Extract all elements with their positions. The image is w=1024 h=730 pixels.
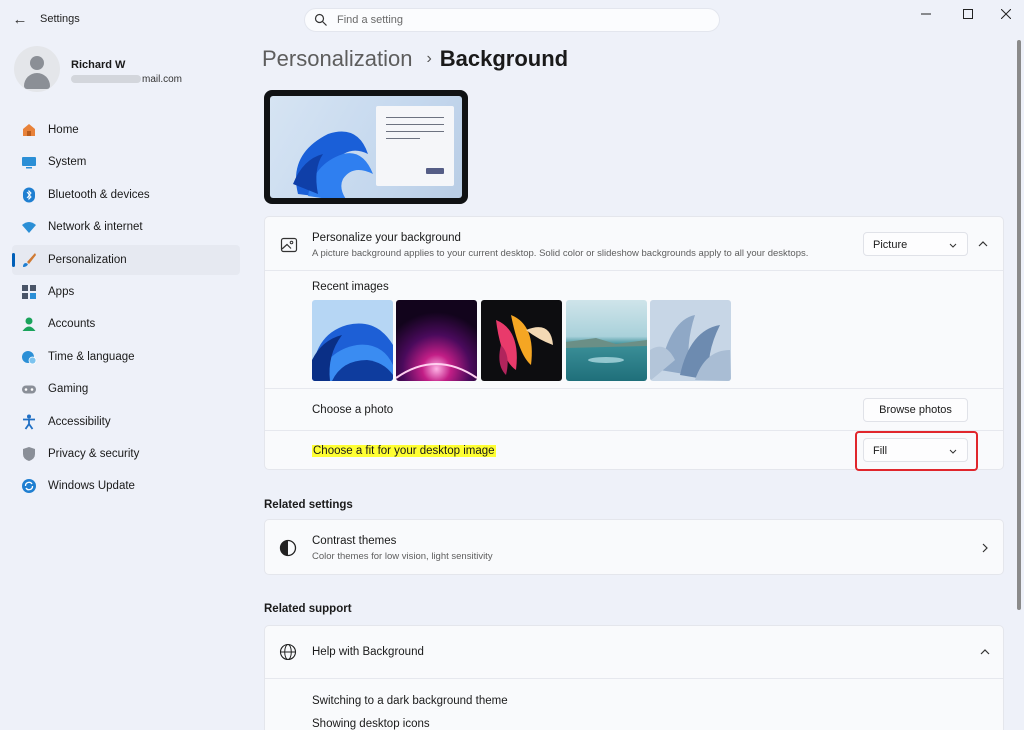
search-icon	[314, 13, 327, 26]
contrast-themes-subtitle: Color themes for low vision, light sensi…	[312, 551, 493, 562]
help-link-desktop-icons[interactable]: Showing desktop icons	[312, 718, 430, 730]
sidebar-item-gaming[interactable]: Gaming	[12, 374, 240, 404]
help-with-background-card: Help with Background	[264, 625, 1004, 730]
recent-image-folded-petals[interactable]	[650, 300, 731, 381]
recent-image-colorful-ribbons[interactable]	[481, 300, 562, 381]
user-name: Richard W	[71, 59, 126, 71]
chevron-right-icon	[982, 543, 988, 553]
accessibility-icon	[23, 414, 35, 430]
breadcrumb-parent[interactable]: Personalization	[262, 46, 412, 71]
picture-icon	[280, 237, 298, 253]
sidebar-item-network[interactable]: Network & internet	[12, 212, 240, 242]
title-bar: ← Settings	[0, 0, 1024, 40]
bloom-wallpaper-preview	[293, 131, 373, 198]
chevron-up-icon[interactable]	[977, 644, 993, 660]
brush-icon	[23, 252, 36, 267]
sidebar-item-windows-update[interactable]: Windows Update	[12, 471, 240, 501]
recent-image-purple-glow[interactable]	[396, 300, 477, 381]
shield-icon	[23, 446, 35, 461]
fit-label-highlight: Choose a fit for your desktop image	[312, 445, 496, 457]
related-support-header: Related support	[264, 603, 352, 615]
browse-photos-button[interactable]: Browse photos	[863, 398, 968, 422]
bluetooth-icon	[23, 187, 35, 203]
background-type-dropdown[interactable]: Picture	[863, 232, 968, 256]
choose-photo-label: Choose a photo	[312, 404, 394, 416]
related-settings-header: Related settings	[264, 499, 353, 511]
globe-clock-icon	[22, 350, 37, 365]
sidebar-item-bluetooth[interactable]: Bluetooth & devices	[12, 180, 240, 210]
contrast-themes-card[interactable]: Contrast themes Color themes for low vis…	[264, 519, 1004, 575]
minimize-icon[interactable]	[908, 4, 944, 24]
avatar	[14, 46, 60, 92]
chevron-down-icon	[949, 243, 957, 248]
sidebar-item-system[interactable]: System	[12, 147, 240, 177]
desktop-preview	[264, 90, 468, 204]
sidebar-item-time-language[interactable]: Time & language	[12, 342, 240, 372]
search-input[interactable]	[337, 12, 707, 28]
page-title: Background	[439, 46, 569, 71]
active-indicator	[12, 252, 15, 267]
close-icon[interactable]	[988, 4, 1024, 24]
sidebar-item-personalization[interactable]: Personalization	[12, 244, 240, 275]
recent-image-lake[interactable]	[566, 300, 647, 381]
system-icon	[22, 157, 36, 169]
background-title: Personalize your background	[312, 232, 461, 244]
help-with-background-title[interactable]: Help with Background	[312, 646, 424, 658]
preview-window	[376, 106, 454, 186]
accounts-icon	[22, 317, 36, 332]
apps-icon	[22, 284, 36, 299]
gamepad-icon	[22, 385, 36, 394]
back-arrow-icon[interactable]: ←	[10, 10, 30, 30]
sidebar-item-apps[interactable]: Apps	[12, 277, 240, 307]
help-link-dark-theme[interactable]: Switching to a dark background theme	[312, 695, 508, 707]
search-box[interactable]	[304, 8, 720, 32]
sidebar-item-home[interactable]: Home	[12, 115, 240, 145]
scrollbar[interactable]	[1017, 40, 1021, 610]
breadcrumb-separator: ›	[426, 50, 432, 67]
network-icon	[22, 222, 36, 234]
breadcrumb: Personalization › Background	[262, 46, 568, 76]
user-email: mail.com	[71, 74, 182, 85]
home-icon	[23, 124, 35, 136]
maximize-icon[interactable]	[950, 4, 986, 24]
background-subtitle: A picture background applies to your cur…	[312, 248, 809, 259]
fit-label: Choose a fit for your desktop image	[312, 445, 496, 457]
chevron-up-icon[interactable]	[975, 236, 991, 252]
contrast-icon	[279, 539, 297, 557]
sidebar-item-accounts[interactable]: Accounts	[12, 309, 240, 339]
update-icon	[22, 479, 36, 494]
annotation-highlight-box	[855, 431, 978, 471]
email-redaction	[71, 75, 141, 84]
recent-image-bloom-blue[interactable]	[312, 300, 393, 381]
sidebar-nav: Home System Bluetooth & devices Network …	[12, 115, 240, 504]
sidebar-item-accessibility[interactable]: Accessibility	[12, 407, 240, 437]
sidebar-item-privacy[interactable]: Privacy & security	[12, 439, 240, 469]
globe-icon	[279, 643, 297, 661]
app-title: Settings	[40, 13, 80, 25]
contrast-themes-title: Contrast themes	[312, 535, 397, 547]
recent-images-label: Recent images	[312, 281, 389, 293]
